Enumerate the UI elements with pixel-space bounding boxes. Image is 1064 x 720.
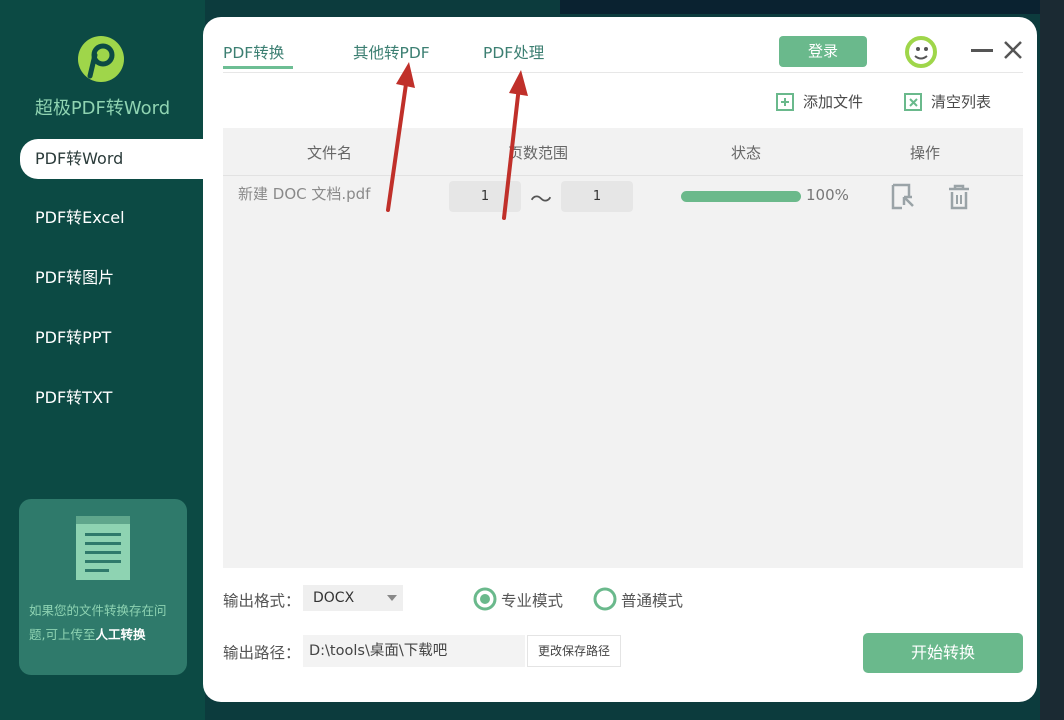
smiley-icon[interactable]: [905, 36, 937, 68]
range-start-input[interactable]: 1: [449, 181, 521, 212]
sidebar-item-pdf-to-word[interactable]: PDF转Word: [20, 139, 205, 179]
normal-mode-label[interactable]: 普通模式: [621, 589, 683, 611]
manual-convert-link[interactable]: 人工转换: [95, 627, 145, 642]
logo-icon: [78, 36, 124, 82]
sidebar: 超极PDF转Word PDF转Word PDF转Excel PDF转图片 PDF…: [0, 0, 205, 720]
column-page-range: 页数范围: [508, 144, 569, 162]
help-card: 如果您的文件转换存在问题,可上传至人工转换: [19, 499, 187, 675]
tab-other-to-pdf[interactable]: 其他转PDF: [353, 41, 430, 63]
login-button[interactable]: 登录: [779, 36, 867, 67]
help-text: 如果您的文件转换存在问题,可上传至人工转换: [29, 603, 167, 642]
tab-divider: [223, 72, 1023, 73]
column-actions: 操作: [910, 144, 941, 162]
progress-text: 100%: [806, 186, 849, 204]
sidebar-item-pdf-to-txt[interactable]: PDF转TXT: [20, 378, 205, 418]
start-convert-button[interactable]: 开始转换: [863, 633, 1023, 673]
output-format-select[interactable]: DOCX: [303, 585, 403, 611]
chevron-down-icon: [387, 595, 397, 601]
desktop-taskbar-strip: [560, 0, 1064, 14]
minimize-icon[interactable]: [971, 49, 993, 52]
radio-pro-mode[interactable]: [473, 587, 497, 611]
clear-list-button[interactable]: 清空列表: [904, 91, 991, 112]
output-path-label: 输出路径：: [223, 644, 301, 662]
column-status: 状态: [731, 144, 762, 162]
table-header: 文件名 页数范围 状态 操作: [223, 128, 1023, 176]
output-format-label: 输出格式：: [223, 592, 301, 610]
change-path-button[interactable]: 更改保存路径: [527, 635, 621, 667]
clear-list-icon: [904, 93, 922, 111]
tab-pdf-process[interactable]: PDF处理: [483, 41, 544, 63]
active-tab-indicator: [223, 66, 293, 69]
file-table: 文件名 页数范围 状态 操作 新建 DOC 文档.pdf 1 ～ 1 100%: [223, 128, 1023, 568]
pro-mode-label[interactable]: 专业模式: [501, 589, 563, 611]
close-icon[interactable]: [1002, 39, 1024, 61]
column-filename: 文件名: [307, 144, 353, 162]
brand-title: 超极PDF转Word: [34, 98, 171, 119]
sidebar-item-pdf-to-ppt[interactable]: PDF转PPT: [20, 318, 205, 358]
sidebar-item-pdf-to-excel[interactable]: PDF转Excel: [20, 198, 205, 238]
output-path-field[interactable]: D:\tools\桌面\下载吧: [303, 635, 525, 667]
add-file-icon: [776, 93, 794, 111]
progress-bar: [681, 191, 801, 202]
main-panel: PDF转换 其他转PDF PDF处理 登录 添加文件 清空列表 文件名 页数范围…: [203, 17, 1037, 702]
sidebar-item-pdf-to-image[interactable]: PDF转图片: [20, 258, 205, 298]
delete-icon[interactable]: [946, 183, 972, 211]
range-separator: ～: [530, 188, 553, 213]
tab-pdf-convert[interactable]: PDF转换: [223, 41, 284, 63]
row-filename: 新建 DOC 文档.pdf: [238, 185, 371, 203]
desktop-background-strip: [1040, 0, 1064, 720]
document-icon: [76, 516, 130, 580]
add-files-button[interactable]: 添加文件: [776, 91, 863, 112]
radio-normal-mode[interactable]: [593, 587, 617, 611]
range-end-input[interactable]: 1: [561, 181, 633, 212]
app-window: 超极PDF转Word PDF转Word PDF转Excel PDF转图片 PDF…: [0, 0, 1064, 720]
open-folder-icon[interactable]: [890, 183, 916, 211]
